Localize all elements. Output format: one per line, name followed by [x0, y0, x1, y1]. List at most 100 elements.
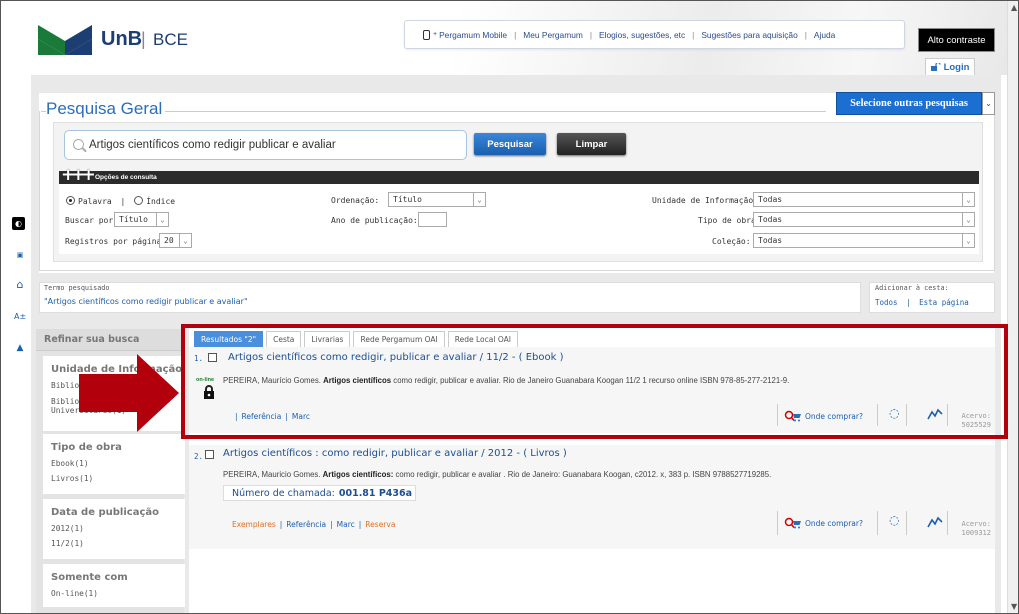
facet-item[interactable]: 11/2(1) [51, 539, 185, 548]
contrast-toggle-icon[interactable]: ◐ [12, 217, 25, 230]
search-icon [73, 139, 84, 150]
termo-pesquisado-label: Termo pesquisado [44, 284, 110, 292]
chamada-label: Número de chamada: [232, 487, 335, 499]
onde-comprar-label: Onde comprar? [805, 518, 863, 528]
unidade-value: Todas [758, 195, 783, 204]
page-scrollbar[interactable]: ▲ ▼ [1007, 1, 1018, 613]
statistics-icon[interactable] [927, 515, 943, 529]
outras-pesquisas-select[interactable]: Selecione outras pesquisas [836, 92, 982, 115]
divider [877, 511, 878, 535]
registros-label: Registros por página: [65, 237, 167, 246]
link-separator: | [279, 520, 283, 529]
home-icon[interactable]: ⌂ [14, 278, 26, 291]
cesta-todos-link[interactable]: Todos [875, 298, 898, 307]
chevron-down-icon: ⌄ [156, 213, 168, 226]
nav-elogios[interactable]: Elogios, sugestões, etc [599, 30, 685, 40]
facet-somente-com: Somente com On-line(1) [43, 564, 185, 607]
mobile-phone-icon [423, 29, 430, 40]
login-button[interactable]: Login [925, 58, 975, 76]
facet-item[interactable]: Ebook(1) [51, 459, 185, 468]
colecao-label: Coleção: [712, 237, 751, 246]
cart-search-icon [784, 517, 801, 529]
registros-select[interactable]: 20 ⌄ [159, 233, 192, 248]
record-title-link[interactable]: Artigos científicos : como redigir, publ… [223, 448, 567, 459]
reserva-link[interactable]: Reserva [365, 520, 395, 529]
alto-contraste-button[interactable]: Alto contraste [918, 28, 995, 52]
expand-plus-icon[interactable]: +++ [61, 165, 96, 185]
record-number: 2. [194, 452, 204, 461]
numero-chamada: Número de chamada: 001.81 P436a [223, 485, 416, 501]
onde-comprar-button[interactable]: Onde comprar? [784, 517, 863, 529]
page: UnB | BCE + Pergamum Mobile | Meu Pergam… [0, 0, 1019, 614]
facet-data-publicacao: Data de publicação 2012(1) 11/2(1) [43, 499, 185, 559]
ano-publicacao-label: Ano de publicação: [331, 216, 418, 225]
refine-header: Refinar sua busca [36, 329, 184, 351]
pointer-arrow-icon [79, 354, 179, 432]
tipo-obra-label: Tipo de obra: [698, 216, 761, 225]
record-description: PEREIRA, Mauricio Gomes. Artigos científ… [223, 470, 771, 479]
buscar-por-select[interactable]: Título ⌄ [114, 212, 169, 227]
scroll-up-icon[interactable]: ▲ [1011, 3, 1017, 12]
buscar-por-value: Título [119, 215, 148, 224]
ordenacao-select[interactable]: Título ⌄ [388, 192, 486, 207]
tipo-obra-select[interactable]: Todas ⌄ [753, 212, 975, 227]
ano-publicacao-input[interactable] [418, 212, 447, 227]
mobile-app-icon[interactable]: ▣ [14, 251, 26, 259]
facet-item[interactable]: Livros(1) [51, 474, 185, 483]
facet-title: Data de publicação [51, 507, 159, 518]
facet-item[interactable]: 2012(1) [51, 524, 185, 533]
ordenacao-value: Título [393, 195, 422, 204]
radio-separator: | [120, 197, 126, 206]
chevron-down-icon: ⌄ [962, 213, 974, 226]
tipo-obra-value: Todas [758, 215, 783, 224]
radio-palavra-label[interactable]: Palavra [78, 197, 112, 206]
chevron-down-icon: ⌄ [962, 234, 974, 247]
pesquisar-button[interactable]: Pesquisar [474, 133, 546, 155]
chevron-down-icon[interactable]: ⌄ [982, 92, 995, 115]
facet-title: Tipo de obra [51, 442, 122, 453]
nav-pergamum-mobile[interactable]: Pergamum Mobile [439, 30, 507, 40]
opcoes-title: Opções de consulta [95, 174, 157, 181]
divider [947, 511, 948, 535]
desc-rest: como redigir, publicar e avaliar . Rio d… [395, 470, 772, 479]
referencia-link[interactable]: Referência [286, 520, 326, 529]
divider [906, 511, 907, 535]
font-size-icon[interactable]: A± [14, 312, 26, 321]
door-icon [930, 63, 941, 71]
unb-logo-icon[interactable] [38, 25, 92, 55]
record-action-links: Exemplares | Referência | Marc | Reserva [232, 520, 395, 529]
buscar-por-label: Buscar por: [65, 216, 118, 225]
acervo-label: Acervo: [961, 520, 991, 528]
search-input[interactable]: Artigos científicos como redigir publica… [64, 130, 467, 160]
radio-indice-label[interactable]: Índice [146, 197, 175, 206]
opcoes-consulta-bar[interactable]: Opções de consulta [59, 171, 979, 184]
logo-separator: | [141, 29, 146, 49]
record-checkbox[interactable] [205, 450, 214, 459]
adicionar-cesta-label: Adicionar à cesta: [875, 284, 949, 292]
unidade-select[interactable]: Todas ⌄ [753, 192, 975, 207]
acervo-info: Acervo: 1009312 [953, 520, 991, 538]
cesta-esta-pagina-link[interactable]: Esta página [919, 298, 969, 307]
comment-icon[interactable]: ◌ [889, 513, 899, 527]
termo-pesquisado-value: "Artigos científicos como redigir public… [44, 297, 248, 306]
facet-tipo-obra: Tipo de obra Ebook(1) Livros(1) [43, 434, 185, 494]
nav-ajuda[interactable]: Ajuda [814, 30, 835, 40]
facet-title: Somente com [51, 572, 128, 583]
scroll-top-icon[interactable]: ▲ [14, 343, 26, 353]
colecao-select[interactable]: Todas ⌄ [753, 233, 975, 248]
highlight-box [181, 324, 1008, 439]
limpar-button[interactable]: Limpar [557, 133, 626, 155]
top-navigation: + Pergamum Mobile | Meu Pergamum | Elogi… [404, 20, 905, 49]
nav-meu-pergamum[interactable]: Meu Pergamum [523, 30, 583, 40]
facet-item[interactable]: On-line(1) [51, 589, 185, 598]
scroll-down-icon[interactable]: ▼ [1011, 602, 1017, 611]
exemplares-link[interactable]: Exemplares [232, 520, 276, 529]
divider [777, 511, 778, 535]
nav-sugestoes[interactable]: Sugestões para aquisição [701, 30, 797, 40]
refine-title: Refinar sua busca [44, 334, 140, 345]
page-title: Pesquisa Geral [46, 99, 166, 119]
marc-link[interactable]: Marc [337, 520, 355, 529]
radio-indice[interactable] [134, 196, 144, 205]
radio-palavra[interactable] [66, 196, 75, 205]
colecao-value: Todas [758, 236, 783, 245]
